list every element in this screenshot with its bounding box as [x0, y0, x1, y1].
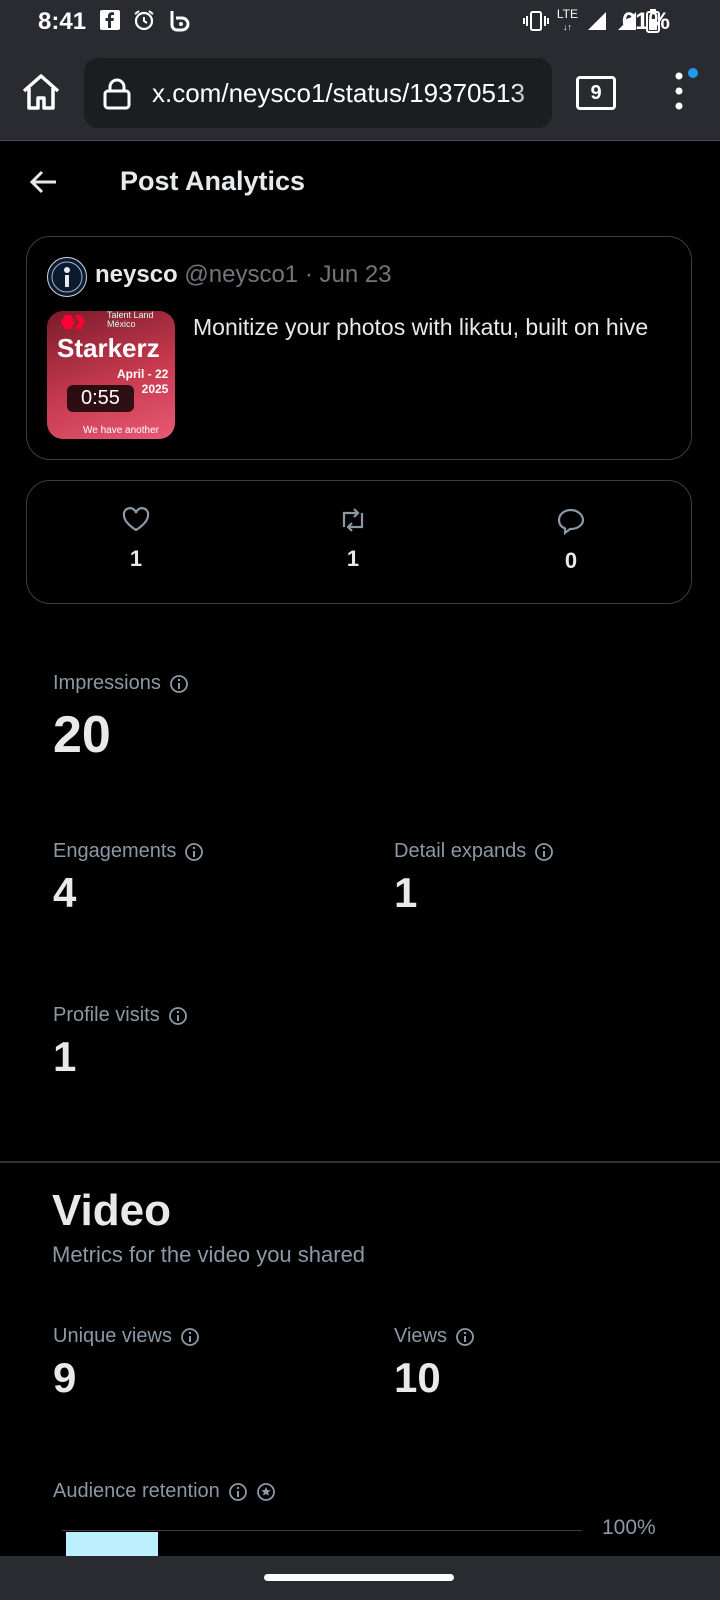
- url-text[interactable]: x.com/neysco1/status/19370513: [152, 78, 525, 109]
- app-notification-icon: [170, 11, 190, 32]
- author-name[interactable]: neysco: [95, 261, 178, 288]
- premium-badge-icon[interactable]: [256, 1482, 276, 1502]
- engagements-metric: Engagements 4: [53, 840, 204, 917]
- retention-axis-line: [62, 1530, 582, 1531]
- system-nav-bar: [0, 1556, 720, 1600]
- info-icon[interactable]: [180, 1327, 200, 1347]
- status-time: 8:41: [38, 8, 87, 35]
- info-icon[interactable]: [184, 842, 204, 862]
- page-title: Post Analytics: [120, 166, 306, 196]
- info-icon[interactable]: [228, 1482, 248, 1502]
- home-icon[interactable]: [20, 72, 62, 112]
- profile-visits-metric: Profile visits 1: [53, 1004, 188, 1081]
- detail-expands-value: 1: [394, 869, 418, 916]
- audience-retention-metric: Audience retention: [53, 1480, 276, 1503]
- page-header: Post Analytics: [0, 140, 720, 230]
- browser-toolbar: x.com/neysco1/status/19370513 9: [0, 44, 720, 141]
- profile-visits-value: 1: [53, 1033, 77, 1080]
- video-thumbnail[interactable]: Talent Land México Starkerz April - 22 20…: [47, 311, 175, 439]
- profile-visits-label-row: Profile visits: [53, 1004, 188, 1027]
- impressions-label: Impressions: [53, 672, 161, 694]
- engagement-stats-card: 1 1 0: [26, 480, 692, 604]
- unique-views-label: Unique views: [53, 1325, 172, 1347]
- engagements-label-row: Engagements: [53, 840, 204, 863]
- impressions-value: 20: [53, 706, 111, 764]
- info-icon[interactable]: [168, 1006, 188, 1026]
- signal-icon: [588, 11, 606, 30]
- tab-switcher-button[interactable]: 9: [576, 76, 616, 110]
- replies-stat: 0: [541, 507, 601, 574]
- likes-count: 1: [129, 546, 143, 571]
- post-text: Monitize your photos with likatu, built …: [193, 314, 649, 340]
- avatar-logo-icon: [51, 261, 83, 293]
- engagements-label: Engagements: [53, 840, 177, 862]
- profile-visits-label: Profile visits: [53, 1004, 160, 1026]
- views-value: 10: [394, 1354, 441, 1401]
- post-preview-card[interactable]: neysco @neysco1 · Jun 23 Talent Land Méx…: [26, 236, 692, 460]
- event-logo-text: Talent Land México: [107, 311, 154, 329]
- info-icon[interactable]: [455, 1327, 475, 1347]
- video-section-title: Video: [52, 1186, 172, 1235]
- post-author: neysco @neysco1 · Jun 23: [95, 261, 392, 289]
- reposts-stat: 1: [323, 507, 383, 572]
- audience-retention-label: Audience retention: [53, 1480, 220, 1502]
- reposts-count: 1: [346, 546, 360, 571]
- network-type: LTE: [556, 7, 578, 21]
- notification-icons: [98, 8, 192, 32]
- likes-stat: 1: [106, 507, 166, 572]
- battery-percent: 61%: [621, 8, 670, 35]
- address-bar[interactable]: x.com/neysco1/status/19370513: [84, 58, 552, 128]
- author-handle-date: @neysco1 · Jun 23: [184, 261, 392, 288]
- impressions-label-row: Impressions: [53, 672, 189, 695]
- info-icon[interactable]: [534, 842, 554, 862]
- info-icon[interactable]: [169, 674, 189, 694]
- reply-icon: [557, 508, 585, 536]
- status-bar: 8:41 LTE ↓↑ 61%: [0, 0, 720, 44]
- facebook-icon: [100, 10, 120, 30]
- home-gesture-handle[interactable]: [264, 1574, 454, 1581]
- url-fade: [512, 58, 552, 128]
- unique-views-metric: Unique views 9: [53, 1325, 200, 1402]
- views-label: Views: [394, 1325, 447, 1347]
- detail-expands-label: Detail expands: [394, 840, 527, 862]
- impressions-metric: Impressions 20: [53, 672, 189, 765]
- alarm-icon: [134, 10, 154, 31]
- thumbnail-title: Starkerz: [57, 333, 160, 363]
- retention-bar[interactable]: [66, 1532, 158, 1558]
- thumbnail-date-line2: 2025: [141, 382, 169, 396]
- thumbnail-caption: We have another: [83, 425, 159, 436]
- update-dot: [688, 68, 698, 78]
- engagements-value: 4: [53, 869, 77, 916]
- vibrate-icon: [522, 10, 549, 31]
- thumbnail-date-line1: April - 22: [117, 367, 169, 381]
- retention-axis-label: 100%: [602, 1516, 656, 1539]
- lock-icon[interactable]: [102, 78, 132, 110]
- detail-expands-label-row: Detail expands: [394, 840, 554, 863]
- unique-views-label-row: Unique views: [53, 1325, 200, 1348]
- event-logo: Talent Land México: [107, 311, 159, 333]
- lte-icon: LTE ↓↑: [556, 7, 578, 32]
- repost-icon: [342, 508, 364, 532]
- video-section-subtitle: Metrics for the video you shared: [52, 1242, 366, 1267]
- hive-logo-icon: [61, 315, 85, 329]
- replies-count: 0: [564, 548, 578, 573]
- views-metric: Views 10: [394, 1325, 475, 1402]
- unique-views-value: 9: [53, 1354, 77, 1401]
- audience-retention-label-row: Audience retention: [53, 1480, 276, 1503]
- section-divider: [0, 1161, 720, 1163]
- heart-icon: [122, 507, 150, 532]
- back-arrow-icon[interactable]: [28, 168, 60, 196]
- detail-expands-metric: Detail expands 1: [394, 840, 554, 917]
- views-label-row: Views: [394, 1325, 475, 1348]
- video-duration: 0:55: [67, 385, 134, 412]
- avatar[interactable]: [47, 257, 87, 297]
